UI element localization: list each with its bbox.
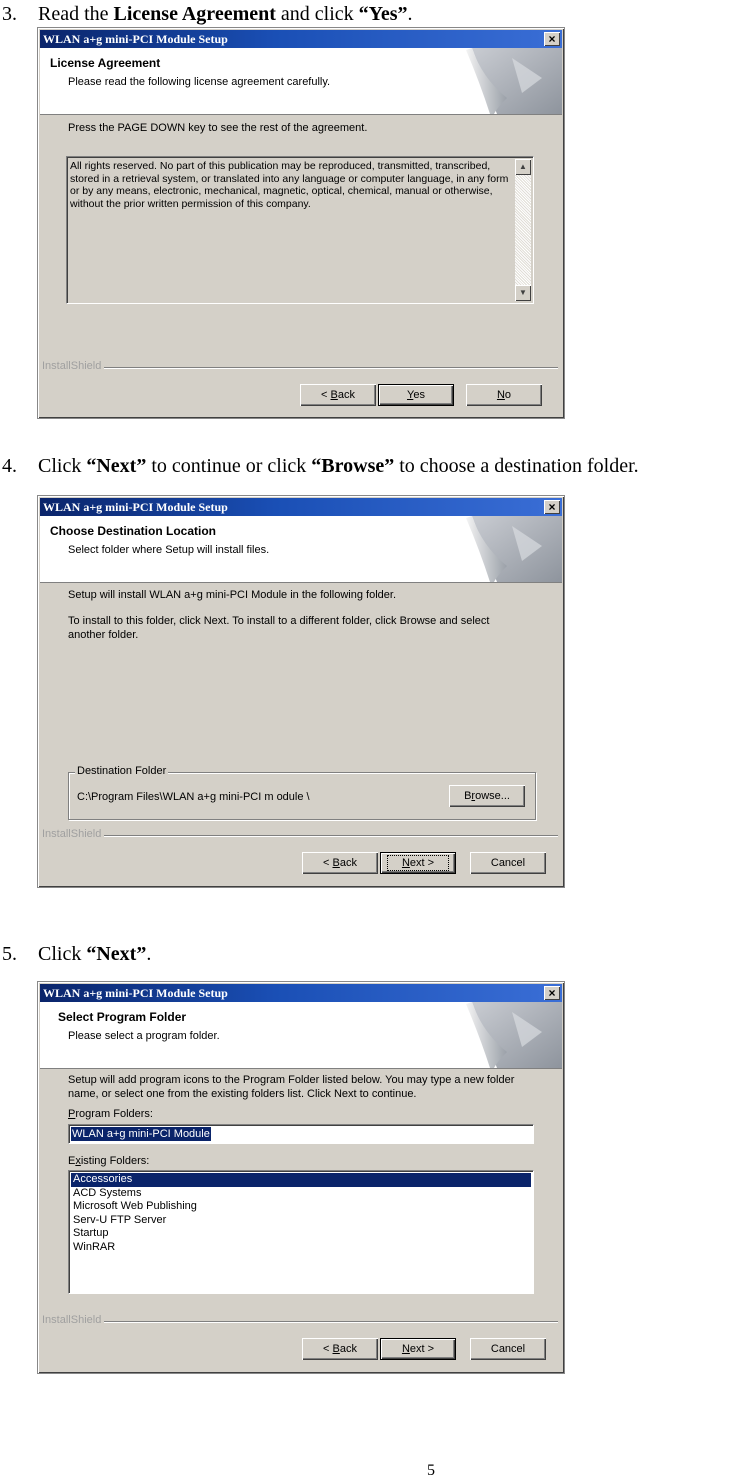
step-text-part: and click: [275, 3, 359, 25]
yes-button[interactable]: Yes: [378, 384, 454, 406]
program-folder-dialog: WLAN a+g mini-PCI Module Setup × Select …: [37, 981, 565, 1374]
step-text-bold: “Next”: [86, 455, 147, 477]
step-text-bold: “Next”: [86, 943, 147, 965]
scroll-down-icon[interactable]: ▼: [515, 285, 531, 301]
dialog-header: Select Program Folder Please select a pr…: [40, 1002, 562, 1069]
destination-location-dialog: WLAN a+g mini-PCI Module Setup × Choose …: [37, 495, 565, 888]
group-label: Destination Folder: [75, 765, 169, 777]
step-5-instruction: 5. Click “Next”.: [0, 942, 151, 966]
dialog-header: Choose Destination Location Select folde…: [40, 516, 562, 583]
header-title: License Agreement: [50, 56, 161, 70]
page-curl-graphic: [466, 48, 562, 114]
close-icon[interactable]: ×: [544, 32, 560, 46]
close-icon[interactable]: ×: [544, 986, 560, 1000]
header-title: Choose Destination Location: [50, 524, 217, 538]
installshield-label: InstallShield: [42, 1314, 102, 1326]
step-text-bold: License Agreement: [113, 3, 276, 25]
next-button[interactable]: Next >: [380, 852, 456, 874]
step-text-part: .: [407, 3, 413, 25]
list-item[interactable]: Startup: [71, 1227, 531, 1241]
title-bar[interactable]: WLAN a+g mini-PCI Module Setup ×: [40, 984, 562, 1002]
separator: [104, 1321, 558, 1323]
step-text-part: to choose a destination folder.: [394, 455, 639, 477]
destination-folder-group: Destination Folder C:\Program Files\WLAN…: [68, 765, 536, 820]
scroll-up-icon[interactable]: ▲: [515, 159, 531, 175]
back-button[interactable]: < Back: [302, 852, 378, 874]
page-curl-graphic: [466, 1002, 562, 1068]
next-button[interactable]: Next >: [380, 1338, 456, 1360]
installshield-label: InstallShield: [42, 360, 102, 372]
step-number: 4.: [2, 455, 17, 477]
info-line-2: To install to this folder, click Next. T…: [68, 615, 490, 641]
step-text-bold: “Browse”: [311, 455, 395, 477]
list-item[interactable]: WinRAR: [71, 1241, 531, 1255]
destination-path: C:\Program Files\WLAN a+g mini-PCI m odu…: [77, 791, 310, 803]
existing-folders-label: Existing Folders:: [68, 1155, 150, 1167]
instruction-text: Press the PAGE DOWN key to see the rest …: [68, 122, 368, 134]
list-item[interactable]: Accessories: [71, 1173, 531, 1187]
program-folder-input[interactable]: WLAN a+g mini-PCI Module: [68, 1124, 534, 1144]
existing-folders-list[interactable]: Accessories ACD Systems Microsoft Web Pu…: [68, 1170, 534, 1294]
step-number: 5.: [2, 943, 17, 965]
back-button[interactable]: < Back: [300, 384, 376, 406]
list-item[interactable]: Microsoft Web Publishing: [71, 1200, 531, 1214]
browse-button[interactable]: Browse...: [449, 785, 525, 807]
back-button[interactable]: < Back: [302, 1338, 378, 1360]
list-item[interactable]: Serv-U FTP Server: [71, 1214, 531, 1228]
no-button[interactable]: No: [466, 384, 542, 406]
list-item[interactable]: ACD Systems: [71, 1187, 531, 1201]
step-number: 3.: [2, 3, 17, 25]
step-text-part: Read the: [38, 3, 114, 25]
step-text-part: .: [146, 943, 152, 965]
close-icon[interactable]: ×: [544, 500, 560, 514]
info-line-1: Setup will install WLAN a+g mini-PCI Mod…: [68, 589, 397, 601]
step-3-instruction: 3. Read the License Agreement and click “…: [0, 2, 413, 26]
step-4-instruction: 4. Click “Next” to continue or click “Bro…: [0, 454, 639, 478]
step-text-part: Click: [38, 943, 87, 965]
license-text: All rights reserved. No part of this pub…: [70, 160, 509, 210]
header-title: Select Program Folder: [58, 1010, 187, 1024]
header-subtitle: Please read the following license agreem…: [68, 76, 331, 88]
license-text-box[interactable]: All rights reserved. No part of this pub…: [66, 156, 534, 304]
window-title: WLAN a+g mini-PCI Module Setup: [43, 986, 228, 1000]
cancel-button[interactable]: Cancel: [470, 1338, 546, 1360]
page-number: 5: [427, 1462, 435, 1479]
installshield-label: InstallShield: [42, 828, 102, 840]
window-title: WLAN a+g mini-PCI Module Setup: [43, 32, 228, 46]
description-text: Setup will add program icons to the Prog…: [68, 1074, 515, 1100]
step-text-part: to continue or click: [146, 455, 312, 477]
license-agreement-dialog: WLAN a+g mini-PCI Module Setup × License…: [37, 27, 565, 419]
title-bar[interactable]: WLAN a+g mini-PCI Module Setup ×: [40, 30, 562, 48]
step-text-part: Click: [38, 455, 87, 477]
dialog-header: License Agreement Please read the follow…: [40, 48, 562, 115]
window-title: WLAN a+g mini-PCI Module Setup: [43, 500, 228, 514]
vertical-scrollbar[interactable]: ▲ ▼: [515, 159, 531, 301]
program-folders-label: Program Folders:: [68, 1108, 153, 1120]
separator: [104, 835, 558, 837]
page-curl-graphic: [466, 516, 562, 582]
title-bar[interactable]: WLAN a+g mini-PCI Module Setup ×: [40, 498, 562, 516]
separator: [104, 367, 558, 369]
header-subtitle: Please select a program folder.: [68, 1030, 220, 1042]
program-folder-value: WLAN a+g mini-PCI Module: [71, 1127, 211, 1141]
header-subtitle: Select folder where Setup will install f…: [68, 544, 270, 556]
cancel-button[interactable]: Cancel: [470, 852, 546, 874]
step-text-bold: “Yes”: [358, 3, 408, 25]
